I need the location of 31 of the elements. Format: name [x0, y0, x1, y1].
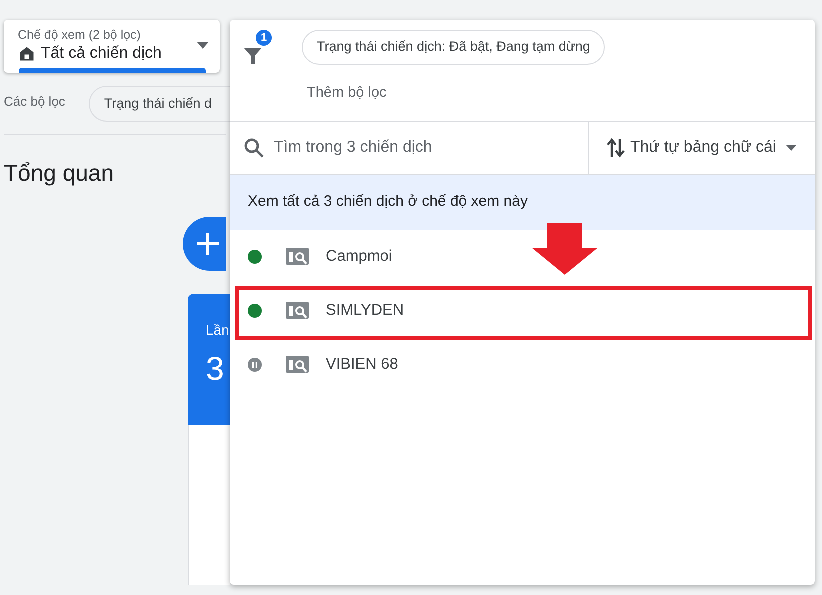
dropdown-caret-icon: [786, 144, 798, 151]
card-label: Lần: [206, 322, 230, 338]
page-title: Tổng quan: [4, 159, 115, 187]
search-icon: [244, 138, 264, 158]
sort-arrows-icon: [606, 136, 624, 159]
view-all-banner[interactable]: Xem tất cả 3 chiến dịch ở chế độ xem này: [230, 174, 815, 230]
campaign-row[interactable]: SIMLYDEN: [230, 284, 815, 338]
filter-count-badge: 1: [256, 30, 272, 46]
campaign-search-icon: [286, 300, 310, 321]
campaign-row[interactable]: VIBIEN 68: [230, 338, 815, 392]
card-value: 3: [206, 350, 226, 388]
filter-icon[interactable]: [244, 47, 262, 65]
filters-label: Các bộ lọc: [4, 93, 66, 112]
plus-icon: [197, 233, 219, 255]
campaign-name: VIBIEN 68: [326, 355, 398, 376]
filter-chip[interactable]: Trạng thái chiến dịch: Đã bật, Đang tạm dừng: [302, 30, 606, 65]
add-filter-link[interactable]: Thêm bộ lọc: [307, 83, 606, 105]
down-arrow-icon: [531, 222, 599, 275]
view-selector-value: Tất cả chiến dịch: [41, 44, 162, 64]
campaign-search-icon: [286, 246, 310, 267]
campaign-name: Campmoi: [326, 247, 392, 268]
campaign-name: SIMLYDEN: [326, 301, 404, 322]
search-field[interactable]: Tìm trong 3 chiến dịch: [274, 136, 574, 160]
view-selector[interactable]: Chế độ xem (2 bộ lọc) Tất cả chiến dịch: [4, 20, 220, 73]
home-icon: [18, 45, 36, 63]
dropdown-caret-icon: [197, 42, 209, 49]
campaign-row[interactable]: Campmoi: [230, 230, 815, 284]
create-button[interactable]: [183, 217, 226, 271]
campaign-search-icon: [286, 354, 310, 375]
view-selector-label: Chế độ xem (2 bộ lọc): [18, 27, 142, 43]
sort-dropdown[interactable]: Thứ tự bảng chữ cái: [589, 122, 815, 174]
